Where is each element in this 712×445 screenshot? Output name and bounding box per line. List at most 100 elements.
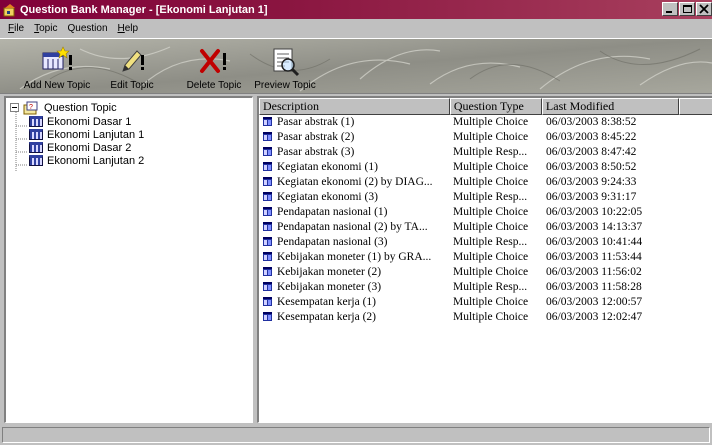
table-row[interactable]: Kebijakan moneter (2) Multiple Choice 06/0… [259,265,712,280]
cell-last-modified: 06/03/2003 8:45:22 [546,131,637,143]
cell-description: Kegiatan ekonomi (1) [277,161,378,173]
question-item-icon [263,252,273,262]
menu-bar: File Topic Question Help [0,19,712,38]
app-icon[interactable] [3,3,17,17]
cell-question-type: Multiple Resp... [453,191,528,203]
cell-description: Kegiatan ekonomi (2) by DIAG... [277,176,433,188]
menu-question[interactable]: Question [62,23,112,34]
cell-description: Kegiatan ekonomi (3) [277,191,378,203]
toolbar: Add New Topic Edit Topic Delete Topic Pr… [0,38,712,94]
column-header-last-modified[interactable]: Last Modified [541,98,680,115]
preview-topic-label: Preview Topic [254,80,316,91]
tree-item[interactable]: Ekonomi Dasar 2 [29,141,131,154]
table-row[interactable]: Kesempatan kerja (1) Multiple Choice 06/03… [259,295,712,310]
table-row[interactable]: Pendapatan nasional (3) Multiple Resp... 0… [259,235,712,250]
question-item-icon [263,177,273,187]
column-header-description[interactable]: Description [259,98,450,115]
maximize-icon[interactable] [679,2,695,16]
cell-description: Kesempatan kerja (2) [277,311,376,323]
tree-item[interactable]: Ekonomi Lanjutan 1 [29,128,144,141]
cell-last-modified: 06/03/2003 11:58:28 [546,281,642,293]
title-bar[interactable]: Question Bank Manager - [Ekonomi Lanjuta… [0,0,712,19]
question-item-icon [263,147,273,157]
question-item-icon [263,117,273,127]
table-row[interactable]: Pendapatan nasional (2) by TA... Multiple… [259,220,712,235]
cell-last-modified: 06/03/2003 9:31:17 [546,191,637,203]
cell-question-type: Multiple Choice [453,116,529,128]
topic-tree[interactable]: ? Question Topic Ekonomi Dasar 1 Ekonomi… [4,96,253,423]
cell-last-modified: 06/03/2003 14:13:37 [546,221,643,233]
status-bar [0,425,712,445]
tree-root[interactable]: ? Question Topic [10,101,117,114]
question-list[interactable]: Description Question Type Last Modified … [257,96,712,423]
cell-last-modified: 06/03/2003 12:02:47 [546,311,643,323]
add-new-topic-button[interactable]: Add New Topic [18,43,96,93]
column-header-question-type[interactable]: Question Type [449,98,542,115]
edit-topic-label: Edit Topic [110,80,154,91]
delete-topic-label: Delete Topic [186,80,242,91]
collapse-icon[interactable] [10,103,19,112]
list-header: Description Question Type Last Modified [259,98,712,115]
tree-item-label: Ekonomi Lanjutan 2 [47,154,145,167]
preview-magnifier-icon [273,48,300,77]
cell-last-modified: 06/03/2003 12:00:57 [546,296,643,308]
cell-question-type: Multiple Choice [453,311,529,323]
close-icon[interactable] [696,2,712,16]
table-row[interactable]: Pasar abstrak (3) Multiple Resp... 06/03/2… [259,145,712,160]
cell-last-modified: 06/03/2003 9:24:33 [546,176,637,188]
preview-topic-button[interactable]: Preview Topic [254,43,316,93]
cell-description: Pasar abstrak (3) [277,146,355,158]
question-item-icon [263,162,273,172]
table-row[interactable]: Kegiatan ekonomi (1) Multiple Choice 06/03… [259,160,712,175]
question-topic-icon: ? [23,101,38,114]
table-row[interactable]: Kegiatan ekonomi (2) by DIAG... Multiple … [259,175,712,190]
cell-question-type: Multiple Choice [453,131,529,143]
pencil-icon [122,50,144,72]
cell-last-modified: 06/03/2003 10:41:44 [546,236,643,248]
tree-item-label: Ekonomi Dasar 1 [47,115,132,128]
cell-question-type: Multiple Resp... [453,236,528,248]
cell-description: Kesempatan kerja (1) [277,296,376,308]
question-item-icon [263,207,273,217]
delete-topic-button[interactable]: Delete Topic [182,43,246,93]
menu-file[interactable]: File [3,23,29,34]
cell-question-type: Multiple Choice [453,266,529,278]
cell-question-type: Multiple Resp... [453,146,528,158]
status-panel [2,427,710,443]
cell-description: Pendapatan nasional (1) [277,206,388,218]
menu-help[interactable]: Help [113,23,144,34]
topic-grid-icon [29,129,43,140]
question-item-icon [263,297,273,307]
delete-x-icon [200,49,226,73]
add-new-topic-label: Add New Topic [23,80,91,91]
table-row[interactable]: Kebijakan moneter (3) Multiple Resp... 06/… [259,280,712,295]
tree-item[interactable]: Ekonomi Dasar 1 [29,115,131,128]
cell-description: Kebijakan moneter (2) [277,266,382,278]
table-row[interactable]: Pendapatan nasional (1) Multiple Choice 06… [259,205,712,220]
cell-description: Kebijakan moneter (1) by GRA... [277,251,432,263]
cell-description: Pasar abstrak (2) [277,131,355,143]
table-row[interactable]: Pasar abstrak (1) Multiple Choice 06/03/20… [259,115,712,130]
cell-last-modified: 06/03/2003 11:56:02 [546,266,642,278]
tree-item-label: Ekonomi Dasar 2 [47,141,132,154]
question-item-icon [263,222,273,232]
cell-question-type: Multiple Choice [453,251,529,263]
table-row[interactable]: Kegiatan ekonomi (3) Multiple Resp... 06/0… [259,190,712,205]
column-header-blank[interactable] [679,98,712,115]
table-row[interactable]: Pasar abstrak (2) Multiple Choice 06/03/20… [259,130,712,145]
table-row[interactable]: Kebijakan moneter (1) by GRA... Multiple … [259,250,712,265]
cell-last-modified: 06/03/2003 10:22:05 [546,206,643,218]
cell-description: Pendapatan nasional (2) by TA... [277,221,428,233]
cell-last-modified: 06/03/2003 11:53:44 [546,251,642,263]
minimize-icon[interactable] [662,2,678,16]
cell-question-type: Multiple Choice [453,221,529,233]
question-item-icon [263,267,273,277]
edit-topic-button[interactable]: Edit Topic [100,43,164,93]
table-row[interactable]: Kesempatan kerja (2) Multiple Choice 06/03… [259,310,712,325]
cell-question-type: Multiple Choice [453,161,529,173]
question-item-icon [263,282,273,292]
menu-topic[interactable]: Topic [29,23,62,34]
cell-description: Pasar abstrak (1) [277,116,355,128]
question-item-icon [263,192,273,202]
tree-item[interactable]: Ekonomi Lanjutan 2 [29,154,144,167]
